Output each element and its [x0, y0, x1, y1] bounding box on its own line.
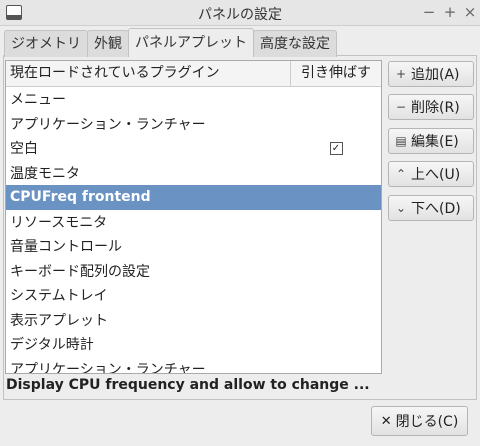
plugin-name: CPUFreq frontend [10, 189, 151, 206]
plugin-name: 表示アプレット [10, 312, 108, 329]
chevron-down-icon: ⌄ [395, 201, 407, 215]
list-item[interactable]: リソースモニタ [6, 210, 381, 235]
add-button-label: 追加(A) [411, 67, 460, 83]
edit-button[interactable]: ▤ 編集(E) [388, 128, 474, 154]
tab-bar: ジオメトリ 外観 パネルアプレット 高度な設定 [4, 28, 337, 57]
column-header-stretch[interactable]: 引き伸ばす [291, 61, 381, 86]
add-button[interactable]: + 追加(A) [388, 61, 474, 87]
tab-advanced[interactable]: 高度な設定 [253, 30, 337, 57]
plugin-name: 空白 [10, 141, 38, 158]
move-down-button-label: 下へ(D) [411, 201, 461, 217]
tab-appearance[interactable]: 外観 [87, 30, 129, 57]
plugin-name: システムトレイ [10, 288, 108, 305]
plugin-description: Display CPU frequency and allow to chang… [6, 377, 370, 393]
remove-button[interactable]: − 削除(R) [388, 94, 474, 120]
maximize-button[interactable]: + [442, 3, 458, 21]
plugin-name: アプリケーション・ランチャー [10, 116, 206, 133]
list-item[interactable]: 空白 ✓ [6, 136, 381, 161]
list-item[interactable]: アプリケーション・ランチャー [6, 112, 381, 137]
plugin-name: 音量コントロール [10, 239, 122, 256]
plugin-name: 温度モニタ [10, 165, 80, 182]
window-title: パネルの設定 [198, 7, 282, 23]
close-button-label: 閉じる(C) [395, 414, 459, 430]
list-item[interactable]: デジタル時計 [6, 332, 381, 357]
plugin-rows: メニュー アプリケーション・ランチャー 空白 ✓ 温度モニタ CPUFreq fronte… [6, 87, 381, 374]
minimize-button[interactable]: − [421, 3, 437, 21]
tab-geometry[interactable]: ジオメトリ [4, 30, 88, 57]
close-window-button[interactable]: × [462, 3, 478, 21]
stretch-cell: ✓ [291, 140, 381, 156]
plugin-name: アプリケーション・ランチャー [10, 361, 206, 374]
close-button[interactable]: ✕ 閉じる(C) [371, 406, 468, 436]
plugin-name: リソースモニタ [10, 214, 108, 231]
list-item[interactable]: 表示アプレット [6, 308, 381, 333]
plugin-name: キーボード配列の設定 [10, 263, 150, 280]
column-header-plugin[interactable]: 現在ロードされているプラグイン [6, 61, 291, 86]
list-item[interactable]: システムトレイ [6, 283, 381, 308]
chevron-up-icon: ⌃ [395, 167, 407, 181]
move-up-button[interactable]: ⌃ 上へ(U) [388, 161, 474, 187]
remove-button-label: 削除(R) [411, 100, 460, 116]
plugin-name: メニュー [10, 92, 66, 109]
list-item[interactable]: アプリケーション・ランチャー [6, 357, 381, 374]
move-up-button-label: 上へ(U) [411, 167, 461, 183]
edit-icon: ▤ [395, 134, 407, 148]
close-icon: ✕ [380, 413, 392, 429]
list-header: 現在ロードされているプラグイン 引き伸ばす [6, 61, 381, 87]
list-item[interactable]: メニュー [6, 87, 381, 112]
plugin-name: デジタル時計 [10, 337, 94, 354]
stretch-checkbox[interactable]: ✓ [329, 141, 343, 155]
list-item[interactable]: キーボード配列の設定 [6, 259, 381, 284]
move-down-button[interactable]: ⌄ 下へ(D) [388, 195, 474, 221]
list-item[interactable]: 温度モニタ [6, 161, 381, 186]
plugin-list[interactable]: 現在ロードされているプラグイン 引き伸ばす メニューアプリケーション・ランチャー… [5, 60, 382, 374]
list-item[interactable]: 音量コントロール [6, 234, 381, 259]
title-bar: パネルの設定 − + × [0, 0, 480, 26]
plus-icon: + [395, 67, 407, 81]
edit-button-label: 編集(E) [411, 134, 459, 150]
minus-icon: − [395, 100, 407, 114]
tab-panel-applets[interactable]: パネルアプレット [128, 28, 254, 57]
list-item[interactable]: CPUFreq frontend [6, 185, 381, 210]
